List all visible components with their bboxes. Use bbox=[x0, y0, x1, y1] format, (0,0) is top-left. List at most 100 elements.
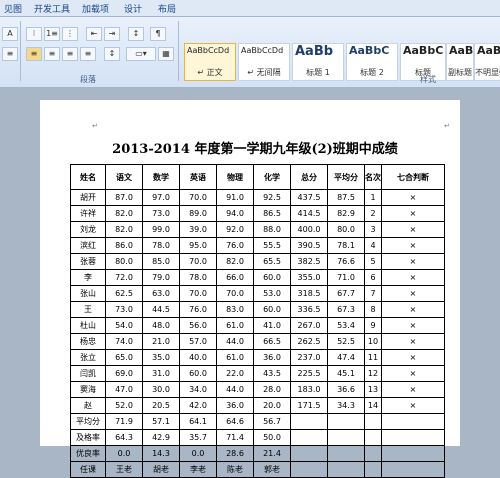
table-cell[interactable]: 王老 bbox=[105, 461, 143, 478]
table-cell[interactable]: 郭老 bbox=[253, 461, 291, 478]
table-cell[interactable]: 183.0 bbox=[290, 381, 328, 398]
table-cell[interactable]: 48.0 bbox=[142, 317, 180, 334]
table-cell[interactable]: × bbox=[381, 269, 445, 286]
table-cell[interactable] bbox=[364, 445, 382, 462]
table-cell[interactable]: 225.5 bbox=[290, 365, 328, 382]
table-cell[interactable]: 61.0 bbox=[216, 317, 254, 334]
table-cell[interactable]: 窦海 bbox=[70, 381, 106, 398]
table-cell[interactable]: 52.0 bbox=[105, 397, 143, 414]
font-a-icon[interactable]: A bbox=[2, 27, 18, 41]
table-cell[interactable]: 382.5 bbox=[290, 253, 328, 270]
table-cell[interactable]: × bbox=[381, 237, 445, 254]
table-cell[interactable]: × bbox=[381, 253, 445, 270]
show-marks-icon[interactable]: ¶ bbox=[150, 27, 166, 41]
table-cell[interactable]: 71.4 bbox=[216, 429, 254, 446]
table-cell[interactable]: 92.0 bbox=[216, 221, 254, 238]
table-cell[interactable] bbox=[381, 445, 445, 462]
table-cell[interactable]: 王 bbox=[70, 301, 106, 318]
align-left-icon[interactable]: ≡ bbox=[26, 47, 42, 61]
table-cell[interactable]: 43.5 bbox=[253, 365, 291, 382]
table-cell[interactable] bbox=[381, 461, 445, 478]
table-cell[interactable]: 35.7 bbox=[179, 429, 217, 446]
table-cell[interactable]: 45.1 bbox=[327, 365, 365, 382]
table-cell[interactable]: 20.0 bbox=[253, 397, 291, 414]
table-cell[interactable]: 86.0 bbox=[105, 237, 143, 254]
table-cell[interactable]: 1 bbox=[364, 189, 382, 206]
table-cell[interactable]: 66.5 bbox=[253, 333, 291, 350]
table-cell[interactable]: 13 bbox=[364, 381, 382, 398]
table-cell[interactable]: 28.0 bbox=[253, 381, 291, 398]
table-cell[interactable]: 65.5 bbox=[253, 253, 291, 270]
table-cell[interactable]: 76.6 bbox=[327, 253, 365, 270]
table-cell[interactable]: 40.0 bbox=[179, 349, 217, 366]
numbering-icon[interactable]: 1≡ bbox=[44, 27, 60, 41]
style-subtle-emphasis[interactable]: AaBbC 不明显强调 bbox=[474, 43, 500, 81]
table-cell[interactable]: 70.0 bbox=[179, 253, 217, 270]
table-cell[interactable] bbox=[327, 429, 365, 446]
table-cell[interactable]: 86.5 bbox=[253, 205, 291, 222]
table-cell[interactable]: 76.0 bbox=[179, 301, 217, 318]
table-cell[interactable]: 64.6 bbox=[216, 413, 254, 430]
table-cell[interactable]: 10 bbox=[364, 333, 382, 350]
table-cell[interactable]: 94.0 bbox=[216, 205, 254, 222]
multilevel-list-icon[interactable]: ⋮ bbox=[62, 27, 78, 41]
sort-icon[interactable]: ↕ bbox=[128, 27, 144, 41]
table-cell[interactable]: 64.3 bbox=[105, 429, 143, 446]
table-cell[interactable]: × bbox=[381, 189, 445, 206]
tab-addins[interactable]: 加载项 bbox=[82, 2, 109, 15]
table-cell[interactable]: 60.0 bbox=[179, 365, 217, 382]
table-cell[interactable]: 11 bbox=[364, 349, 382, 366]
table-cell[interactable]: 34.0 bbox=[179, 381, 217, 398]
table-cell[interactable]: 70.0 bbox=[179, 189, 217, 206]
table-cell[interactable]: 52.5 bbox=[327, 333, 365, 350]
table-cell[interactable]: 78.1 bbox=[327, 237, 365, 254]
decrease-indent-icon[interactable]: ⇤ bbox=[86, 27, 102, 41]
table-cell[interactable]: 69.0 bbox=[105, 365, 143, 382]
table-cell[interactable]: 54.0 bbox=[105, 317, 143, 334]
shading-icon[interactable]: ▭▾ bbox=[126, 47, 156, 61]
table-cell[interactable]: 63.0 bbox=[142, 285, 180, 302]
table-cell[interactable]: 89.0 bbox=[179, 205, 217, 222]
justify-icon[interactable]: ≡ bbox=[80, 47, 96, 61]
table-cell[interactable]: 95.0 bbox=[179, 237, 217, 254]
table-cell[interactable]: 91.0 bbox=[216, 189, 254, 206]
table-cell[interactable]: 0.0 bbox=[105, 445, 143, 462]
table-cell[interactable]: 胡老 bbox=[142, 461, 180, 478]
table-cell[interactable]: 61.0 bbox=[216, 349, 254, 366]
borders-icon[interactable]: ▦ bbox=[158, 47, 174, 61]
align-right-icon[interactable]: ≡ bbox=[62, 47, 78, 61]
table-cell[interactable]: 刘龙 bbox=[70, 221, 106, 238]
table-cell[interactable]: 87.0 bbox=[105, 189, 143, 206]
table-cell[interactable]: 400.0 bbox=[290, 221, 328, 238]
table-cell[interactable] bbox=[290, 445, 328, 462]
table-cell[interactable]: 31.0 bbox=[142, 365, 180, 382]
table-cell[interactable]: 60.0 bbox=[253, 269, 291, 286]
table-cell[interactable]: 张山 bbox=[70, 285, 106, 302]
table-cell[interactable]: 80.0 bbox=[105, 253, 143, 270]
table-cell[interactable]: 12 bbox=[364, 365, 382, 382]
table-cell[interactable]: 66.0 bbox=[216, 269, 254, 286]
table-cell[interactable]: 237.0 bbox=[290, 349, 328, 366]
table-cell[interactable]: 262.5 bbox=[290, 333, 328, 350]
table-cell[interactable]: 胡开 bbox=[70, 189, 106, 206]
table-cell[interactable]: 21.0 bbox=[142, 333, 180, 350]
table-cell[interactable] bbox=[364, 413, 382, 430]
table-cell[interactable]: 60.0 bbox=[253, 301, 291, 318]
table-cell[interactable]: 14 bbox=[364, 397, 382, 414]
table-cell[interactable]: 50.0 bbox=[253, 429, 291, 446]
table-cell[interactable]: 44.0 bbox=[216, 333, 254, 350]
table-cell[interactable]: 57.0 bbox=[179, 333, 217, 350]
style-subtitle[interactable]: AaBbC 副标题 bbox=[446, 43, 489, 81]
table-cell[interactable]: 56.0 bbox=[179, 317, 217, 334]
table-cell[interactable]: 437.5 bbox=[290, 189, 328, 206]
tab-layout[interactable]: 布局 bbox=[158, 2, 176, 15]
table-cell[interactable]: 267.0 bbox=[290, 317, 328, 334]
table-cell[interactable]: 35.0 bbox=[142, 349, 180, 366]
table-cell[interactable]: 34.3 bbox=[327, 397, 365, 414]
style-heading-2[interactable]: AaBbC 标题 2 bbox=[346, 43, 398, 81]
table-cell[interactable]: 36.0 bbox=[216, 397, 254, 414]
table-cell[interactable]: 优良率 bbox=[70, 445, 106, 462]
table-cell[interactable]: 82.0 bbox=[216, 253, 254, 270]
table-cell[interactable]: 414.5 bbox=[290, 205, 328, 222]
table-cell[interactable]: 70.0 bbox=[216, 285, 254, 302]
